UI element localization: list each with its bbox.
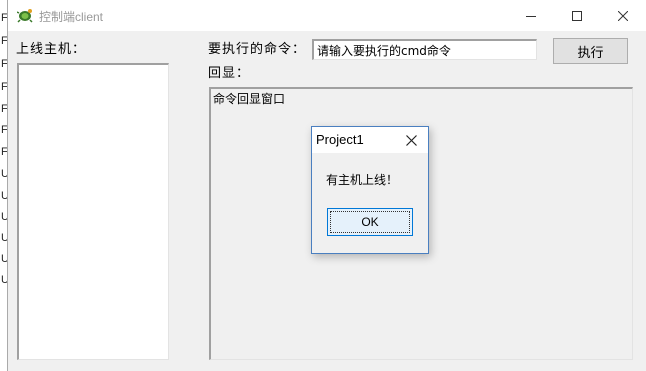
host-list[interactable] (17, 63, 169, 360)
dialog-title-bar[interactable]: Project1 (312, 127, 428, 153)
turtle-app-icon (16, 7, 33, 23)
message-box-dialog: Project1 有主机上线！ OK (311, 126, 429, 254)
close-icon (405, 131, 417, 150)
dialog-message: 有主机上线！ (326, 173, 399, 187)
ok-button[interactable]: OK (327, 208, 413, 236)
execute-button[interactable]: 执行 (553, 38, 628, 64)
maximize-button[interactable] (554, 0, 600, 31)
echo-label: 回显： (208, 66, 251, 81)
title-bar[interactable]: 控制端client (8, 0, 646, 31)
command-input[interactable] (312, 39, 537, 60)
dialog-close-button[interactable] (394, 127, 428, 153)
command-label: 要执行的命令： (208, 42, 307, 57)
hosts-label: 上线主机： (16, 42, 87, 57)
maximize-icon (572, 6, 582, 25)
minimize-icon (526, 6, 536, 25)
close-button[interactable] (600, 0, 646, 31)
window-title: 控制端client (39, 10, 104, 24)
minimize-button[interactable] (508, 0, 554, 31)
close-icon (617, 6, 629, 25)
dialog-title: Project1 (316, 132, 364, 147)
